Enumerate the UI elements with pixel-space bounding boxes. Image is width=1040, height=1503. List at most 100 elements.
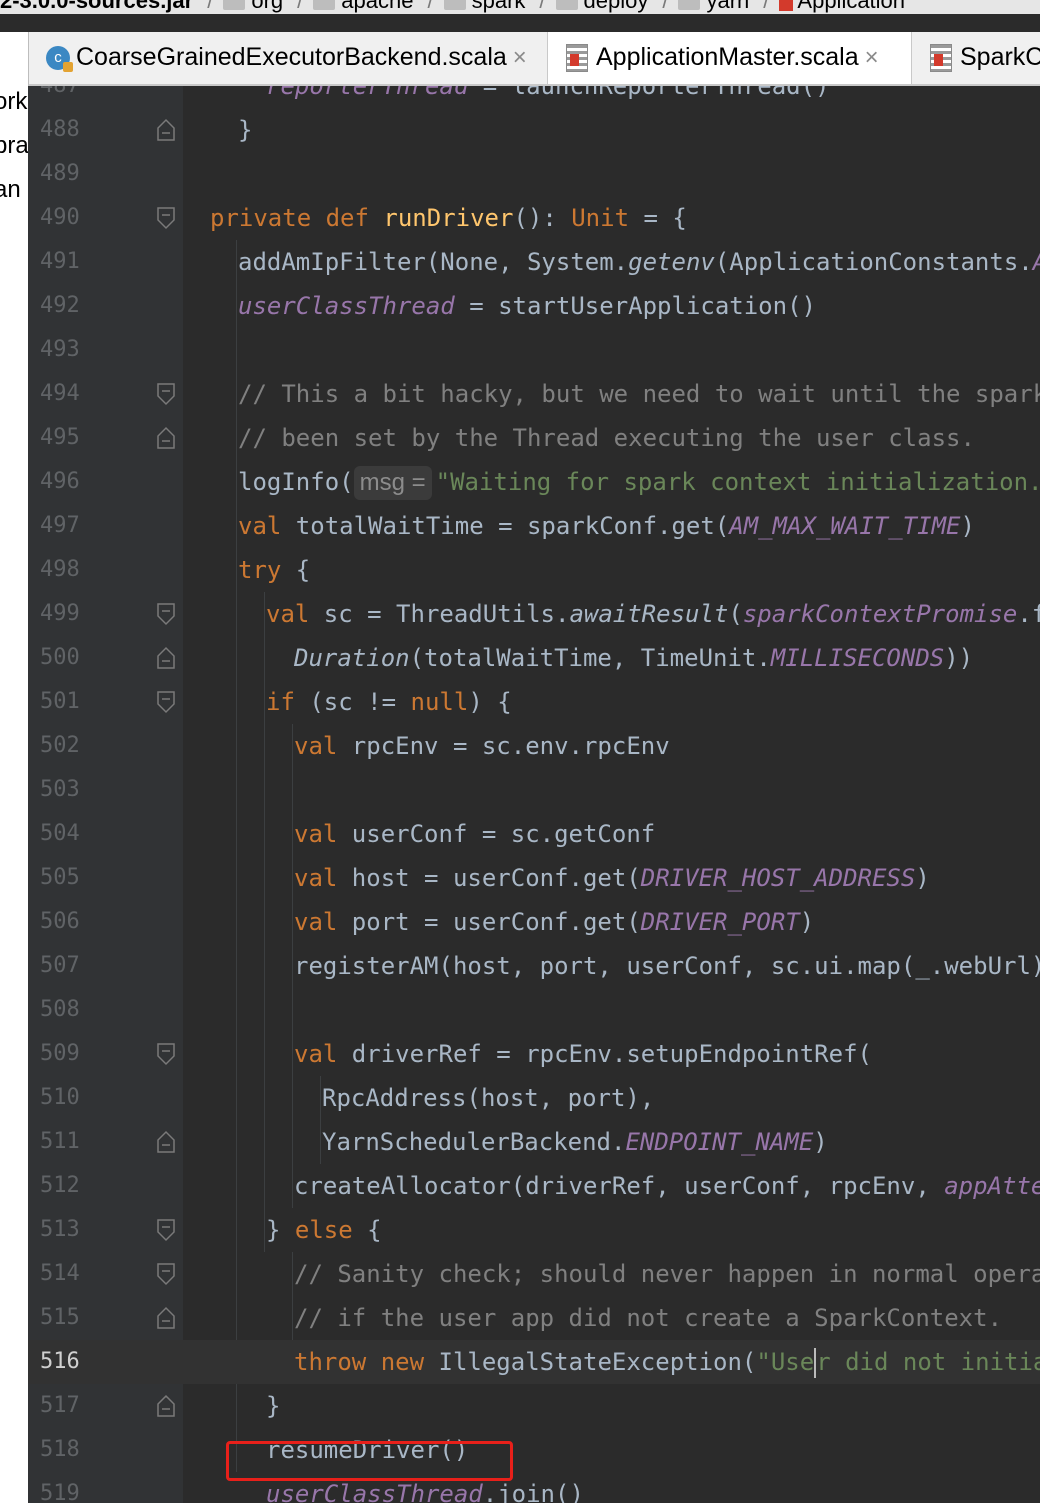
code-line[interactable]: 491 addAmIpFilter(None, System.getenv(App… (28, 240, 1040, 284)
code-line[interactable]: 490 private def runDriver(): Unit = { (28, 196, 1040, 240)
fold-end-icon[interactable] (156, 1306, 176, 1329)
code-token: sc = ThreadUtils. (323, 600, 570, 628)
code-line[interactable]: 495 // been set by the Thread executing t… (28, 416, 1040, 460)
code-text: logInfo(msg = "Waiting for spark context … (238, 460, 1040, 504)
code-line[interactable]: 488} (28, 108, 1040, 152)
line-number: 505 (40, 865, 80, 890)
code-text: // if the user app did not create a Spar… (294, 1296, 1002, 1340)
scala-class-icon: c (46, 46, 73, 73)
code-line[interactable]: 507 registerAM(host, port, userConf, sc.u… (28, 944, 1040, 988)
line-number: 501 (40, 689, 80, 714)
project-tree-item[interactable]: bra (0, 132, 28, 160)
code-text: userClassThread = startUserApplication() (238, 284, 816, 328)
line-number: 503 (40, 777, 80, 802)
project-tree-item[interactable]: an (0, 176, 21, 204)
project-panel[interactable]: ork bra an (0, 32, 29, 1503)
code-token: .join() (482, 1480, 584, 1503)
code-line[interactable]: 513} else { (28, 1208, 1040, 1252)
line-number: 488 (40, 117, 80, 142)
breadcrumb-label: 2-3.0.0-sources.jar (0, 0, 194, 13)
code-token: registerAM(host, port, userConf, sc.ui.m… (294, 952, 1040, 980)
code-line[interactable]: 515 // if the user app did not create a S… (28, 1296, 1040, 1340)
code-line[interactable]: 499 val sc = ThreadUtils.awaitResult(spar… (28, 592, 1040, 636)
code-token: logInfo( (238, 468, 354, 496)
code-line[interactable]: 511 YarnSchedulerBackend.ENDPOINT_NAME) (28, 1120, 1040, 1164)
fold-collapse-icon[interactable] (156, 206, 176, 230)
code-line[interactable]: 514 // Sanity check; should never happen … (28, 1252, 1040, 1296)
tab-application-master[interactable]: ApplicationMaster.scala × (548, 32, 912, 84)
breadcrumb-item[interactable]: 2-3.0.0-sources.jar (0, 0, 193, 14)
fold-collapse-icon[interactable] (156, 382, 176, 406)
code-token: userClassThread (266, 1480, 483, 1503)
code-line[interactable]: 510 RpcAddress(host, port), (28, 1076, 1040, 1120)
code-token: private def (210, 204, 384, 232)
fold-end-icon[interactable] (156, 426, 176, 449)
line-number: 504 (40, 821, 80, 846)
breadcrumb-item[interactable]: apache (313, 0, 413, 14)
folder-icon (223, 0, 246, 11)
code-token: ) (960, 512, 975, 540)
fold-collapse-icon[interactable] (156, 690, 176, 714)
code-text: Duration(totalWaitTime, TimeUnit.MILLISE… (294, 636, 973, 680)
code-line[interactable]: 518 resumeDriver() (28, 1428, 1040, 1472)
code-line[interactable]: 492 userClassThread = startUserApplicatio… (28, 284, 1040, 328)
breadcrumb-label: deploy (583, 0, 649, 13)
code-line[interactable]: 506 val port = userConf.get(DRIVER_PORT) (28, 900, 1040, 944)
line-number: 508 (40, 997, 80, 1022)
code-line[interactable]: 502 val rpcEnv = sc.env.rpcEnv (28, 724, 1040, 768)
code-line[interactable]: 509 val driverRef = rpcEnv.setupEndpointR… (28, 1032, 1040, 1076)
fold-end-icon[interactable] (156, 118, 176, 141)
line-number: 511 (40, 1129, 80, 1154)
code-token: = { (629, 204, 687, 232)
code-text: val host = userConf.get(DRIVER_HOST_ADDR… (294, 856, 930, 900)
fold-collapse-icon[interactable] (156, 1042, 176, 1066)
fold-end-icon[interactable] (156, 1394, 176, 1417)
fold-end-icon[interactable] (156, 646, 176, 669)
code-token: (totalWaitTime, TimeUnit. (409, 644, 771, 672)
code-text: // Sanity check; should never happen in … (294, 1252, 1040, 1296)
code-line[interactable]: 501 if (sc != null) { (28, 680, 1040, 724)
fold-collapse-icon[interactable] (156, 602, 176, 626)
breadcrumb-item[interactable]: spark (443, 0, 525, 14)
code-line[interactable]: 508 (28, 988, 1040, 1032)
code-line[interactable]: 497 val totalWaitTime = sparkConf.get(AM_… (28, 504, 1040, 548)
close-tab-icon[interactable]: × (513, 44, 527, 71)
code-line[interactable]: 519 userClassThread.join() (28, 1472, 1040, 1503)
code-line[interactable]: 503 (28, 768, 1040, 812)
code-line[interactable]: 500 Duration(totalWaitTime, TimeUnit.MILL… (28, 636, 1040, 680)
tab-sparkc[interactable]: SparkC (912, 32, 1040, 84)
code-line[interactable]: 505 val host = userConf.get(DRIVER_HOST_A… (28, 856, 1040, 900)
code-line[interactable]: 496 logInfo(msg = "Waiting for spark conte… (28, 460, 1040, 504)
fold-end-icon[interactable] (156, 1130, 176, 1153)
project-tree-item[interactable]: ork (0, 88, 27, 116)
code-token: val (294, 820, 352, 848)
breadcrumb-label: yarn (706, 0, 750, 13)
code-editor[interactable]: 487 reporterThread = launchReporterThread… (28, 86, 1040, 1503)
breadcrumb-item[interactable]: Application (779, 0, 905, 14)
code-line[interactable]: 498 try { (28, 548, 1040, 592)
breadcrumb-item[interactable]: org (223, 0, 283, 14)
code-token: val (294, 732, 352, 760)
code-line[interactable]: 493 (28, 328, 1040, 372)
code-text: val totalWaitTime = sparkConf.get(AM_MAX… (238, 504, 975, 548)
code-line[interactable]: 512 createAllocator(driverRef, userConf, … (28, 1164, 1040, 1208)
tab-coarse-grained-executor-backend[interactable]: c CoarseGrainedExecutorBackend.scala × (28, 32, 548, 84)
line-number: 507 (40, 953, 80, 978)
code-token: (): (513, 204, 572, 232)
fold-collapse-icon[interactable] (156, 1218, 176, 1242)
code-token: { (295, 556, 311, 584)
code-line[interactable]: 489 (28, 152, 1040, 196)
code-line[interactable]: 487 reporterThread = launchReporterThread… (28, 86, 1040, 108)
code-token: Duration (294, 644, 410, 672)
code-token: null (410, 688, 469, 716)
code-text: } (238, 108, 252, 152)
breadcrumb-item[interactable]: deploy (555, 0, 649, 14)
code-line[interactable]: 517} (28, 1384, 1040, 1428)
code-token: runDriver (383, 204, 514, 232)
fold-collapse-icon[interactable] (156, 1262, 176, 1286)
code-line[interactable]: 504 val userConf = sc.getConf (28, 812, 1040, 856)
code-line[interactable]: 516 throw new IllegalStateException("User… (28, 1340, 1040, 1384)
close-tab-icon[interactable]: × (865, 44, 879, 71)
breadcrumb-item[interactable]: yarn (678, 0, 749, 14)
code-line[interactable]: 494 // This a bit hacky, but we need to w… (28, 372, 1040, 416)
